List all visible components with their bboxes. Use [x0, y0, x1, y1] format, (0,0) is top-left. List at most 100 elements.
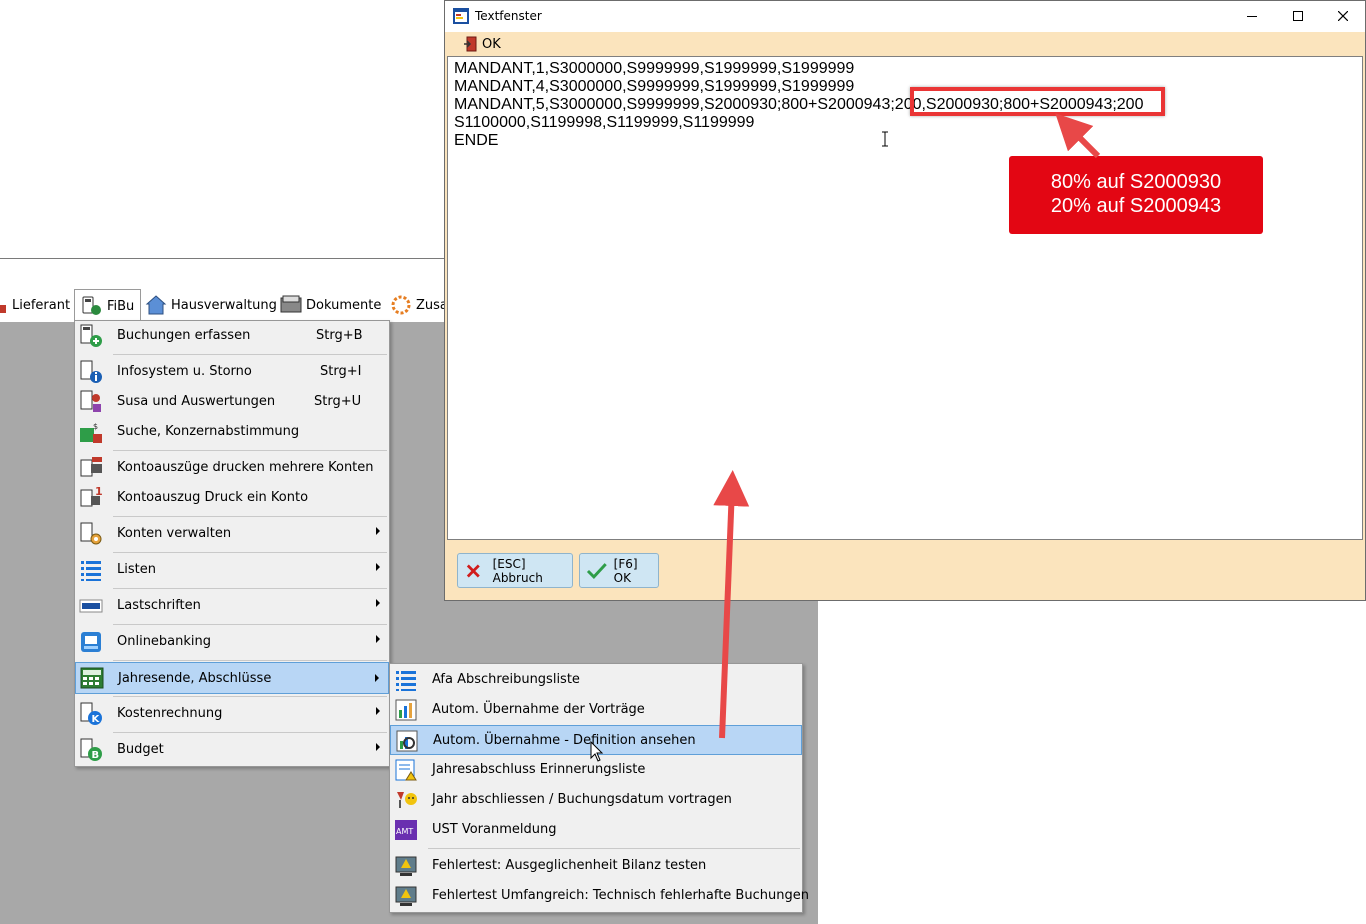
menu-item-label: Jahr abschliessen / Buchungsdatum vortra…	[432, 792, 732, 807]
submenu-arrow-icon	[376, 743, 380, 751]
cancel-x-icon	[466, 564, 480, 577]
window-titlebar: Textfenster	[445, 1, 1365, 32]
submenu-arrow-icon	[375, 674, 379, 682]
menu-item-buchungen-erfassen[interactable]: Buchungen erfassen Strg+B	[75, 321, 389, 351]
maximize-icon	[1293, 11, 1303, 21]
menu-item-label: Kontoauszüge drucken mehrere Konten	[117, 460, 374, 475]
mouse-cursor-icon	[590, 741, 604, 762]
menu-item-label: Afa Abschreibungsliste	[432, 672, 580, 687]
chart-view-icon	[396, 730, 418, 752]
chart-transfer-icon	[395, 699, 417, 721]
close-button[interactable]	[1321, 1, 1365, 32]
ok-button-label: [F6] OK	[613, 556, 638, 585]
budget-icon: B	[80, 738, 102, 761]
menu-item-label: Autom. Übernahme der Vorträge	[432, 702, 645, 717]
checkmark-icon	[586, 562, 607, 579]
menu-item-label: Infosystem u. Storno	[117, 364, 252, 379]
menu-item-kontoauszuege-mehrere[interactable]: Kontoauszüge drucken mehrere Konten	[75, 453, 389, 483]
menu-item-kostenrechnung[interactable]: K Kostenrechnung	[75, 699, 389, 729]
menu-item-shortcut: Strg+I	[320, 364, 362, 379]
info-icon	[80, 360, 102, 383]
svg-text:K: K	[92, 714, 101, 725]
menu-item-listen[interactable]: Listen	[75, 555, 389, 585]
menu-item-label: Autom. Übernahme - Definition ansehen	[433, 733, 696, 748]
menu-item-label: Fehlertest: Ausgeglichenheit Bilanz test…	[432, 858, 707, 873]
menu-item-kontoauszug-ein-konto[interactable]: 1 Kontoauszug Druck ein Konto	[75, 483, 389, 513]
menu-item-label: Listen	[117, 562, 156, 577]
svg-text:AMT: AMT	[396, 827, 413, 836]
menu-separator	[113, 588, 387, 589]
submenu-item-fehlertest-umfangreich[interactable]: Fehlertest Umfangreich: Technisch fehler…	[390, 881, 809, 911]
menu-item-infosystem[interactable]: Infosystem u. Storno Strg+I	[75, 357, 389, 387]
print-one-icon: 1	[80, 486, 103, 507]
menu-item-label: Susa und Auswertungen	[117, 394, 276, 409]
text-cursor-icon	[882, 131, 888, 147]
search-reconcile-icon: $	[80, 422, 102, 443]
toolbar-ok-button[interactable]: OK	[463, 34, 501, 54]
menu-item-konten-verwalten[interactable]: Konten verwalten	[75, 519, 389, 549]
menu-item-label: Konten verwalten	[117, 526, 232, 541]
text-line: ENDE	[454, 132, 499, 149]
submenu-arrow-icon	[376, 599, 380, 607]
close-icon	[1338, 11, 1348, 21]
booking-add-icon	[80, 324, 102, 347]
menu-item-label: Jahresabschluss Erinnerungsliste	[432, 762, 646, 777]
menubar-item-fibu[interactable]: FiBu	[74, 289, 142, 322]
submenu-item-fehlertest-bilanz[interactable]: Fehlertest: Ausgeglichenheit Bilanz test…	[390, 851, 802, 881]
menubar-item-label: FiBu	[107, 298, 135, 314]
menu-item-label: Kontoauszug Druck ein Konto	[117, 490, 309, 505]
menu-separator	[428, 848, 800, 849]
submenu-item-vortraege[interactable]: Autom. Übernahme der Vorträge	[390, 695, 802, 725]
text-line: S1100000,S1199998,S1199999,S1199999	[454, 114, 755, 131]
window-title: Textfenster	[475, 9, 542, 23]
menu-item-suche[interactable]: $ Suche, Konzernabstimmung	[75, 417, 389, 447]
menu-item-susa[interactable]: Susa und Auswertungen Strg+U	[75, 387, 389, 417]
menu-item-jahresende[interactable]: Jahresende, Abschlüsse	[75, 662, 389, 694]
text-content-area[interactable]: MANDANT,1,S3000000,S9999999,S1999999,S19…	[447, 56, 1363, 540]
maximize-button[interactable]	[1275, 1, 1321, 32]
menu-separator	[113, 660, 387, 661]
ok-button[interactable]: [F6] OK	[579, 553, 659, 588]
svg-text:1: 1	[95, 486, 103, 498]
jahresende-submenu: Afa Abschreibungsliste Autom. Übernahme …	[389, 663, 809, 913]
menubar-item-hausverwaltung[interactable]: Hausverwaltung	[145, 289, 277, 321]
submenu-item-afa[interactable]: Afa Abschreibungsliste	[390, 665, 802, 695]
app-icon	[453, 8, 469, 24]
text-line: MANDANT,1,S3000000,S9999999,S1999999,S19…	[454, 60, 855, 77]
menu-item-label: Fehlertest Umfangreich: Technisch fehler…	[432, 888, 809, 903]
year-end-icon	[80, 667, 104, 689]
menu-separator	[113, 552, 387, 553]
menu-separator	[113, 624, 387, 625]
menubar-item-zusatz[interactable]: Zusa	[390, 289, 448, 321]
submenu-item-jahr-abschliessen[interactable]: Jahr abschliessen / Buchungsdatum vortra…	[390, 785, 802, 815]
exit-door-icon	[464, 36, 477, 52]
text-line: MANDANT,5,S3000000,S9999999,S2000930;800…	[454, 96, 1144, 113]
menu-separator	[113, 732, 387, 733]
submenu-arrow-icon	[376, 707, 380, 715]
fibu-icon	[82, 296, 101, 315]
toolbar-ok-label: OK	[482, 36, 501, 52]
cancel-button-label: [ESC] Abbruch	[492, 556, 543, 585]
submenu-arrow-icon	[376, 635, 380, 643]
menubar-item-dokumente[interactable]: Dokumente	[280, 289, 381, 321]
menu-item-label: Onlinebanking	[117, 634, 212, 649]
menu-item-label: Lastschriften	[117, 598, 201, 613]
menu-item-label: Budget	[117, 742, 164, 757]
main-menubar: Lieferant FiBu Hausverwaltung Dokumente …	[0, 289, 448, 322]
extras-icon	[391, 295, 411, 315]
evaluation-icon	[80, 390, 101, 412]
menubar-item-lieferant[interactable]: Lieferant	[0, 289, 70, 321]
menu-item-onlinebanking[interactable]: Onlinebanking	[75, 627, 389, 657]
menu-item-lastschriften[interactable]: Lastschriften	[75, 591, 389, 621]
menu-item-label: Buchungen erfassen	[117, 328, 251, 343]
menu-item-shortcut: Strg+U	[314, 394, 362, 409]
submenu-item-ust-voranmeldung[interactable]: AMT UST Voranmeldung	[390, 815, 802, 845]
minimize-button[interactable]	[1229, 1, 1275, 32]
annotation-line: 80% auf S2000930	[1050, 171, 1222, 193]
menu-separator	[113, 450, 387, 451]
cancel-button[interactable]: [ESC] Abbruch	[457, 553, 573, 588]
menu-item-label: UST Voranmeldung	[432, 822, 557, 837]
menu-item-budget[interactable]: B Budget	[75, 735, 389, 765]
menu-item-label: Suche, Konzernabstimmung	[117, 424, 300, 439]
menu-item-label: Kostenrechnung	[117, 706, 223, 721]
